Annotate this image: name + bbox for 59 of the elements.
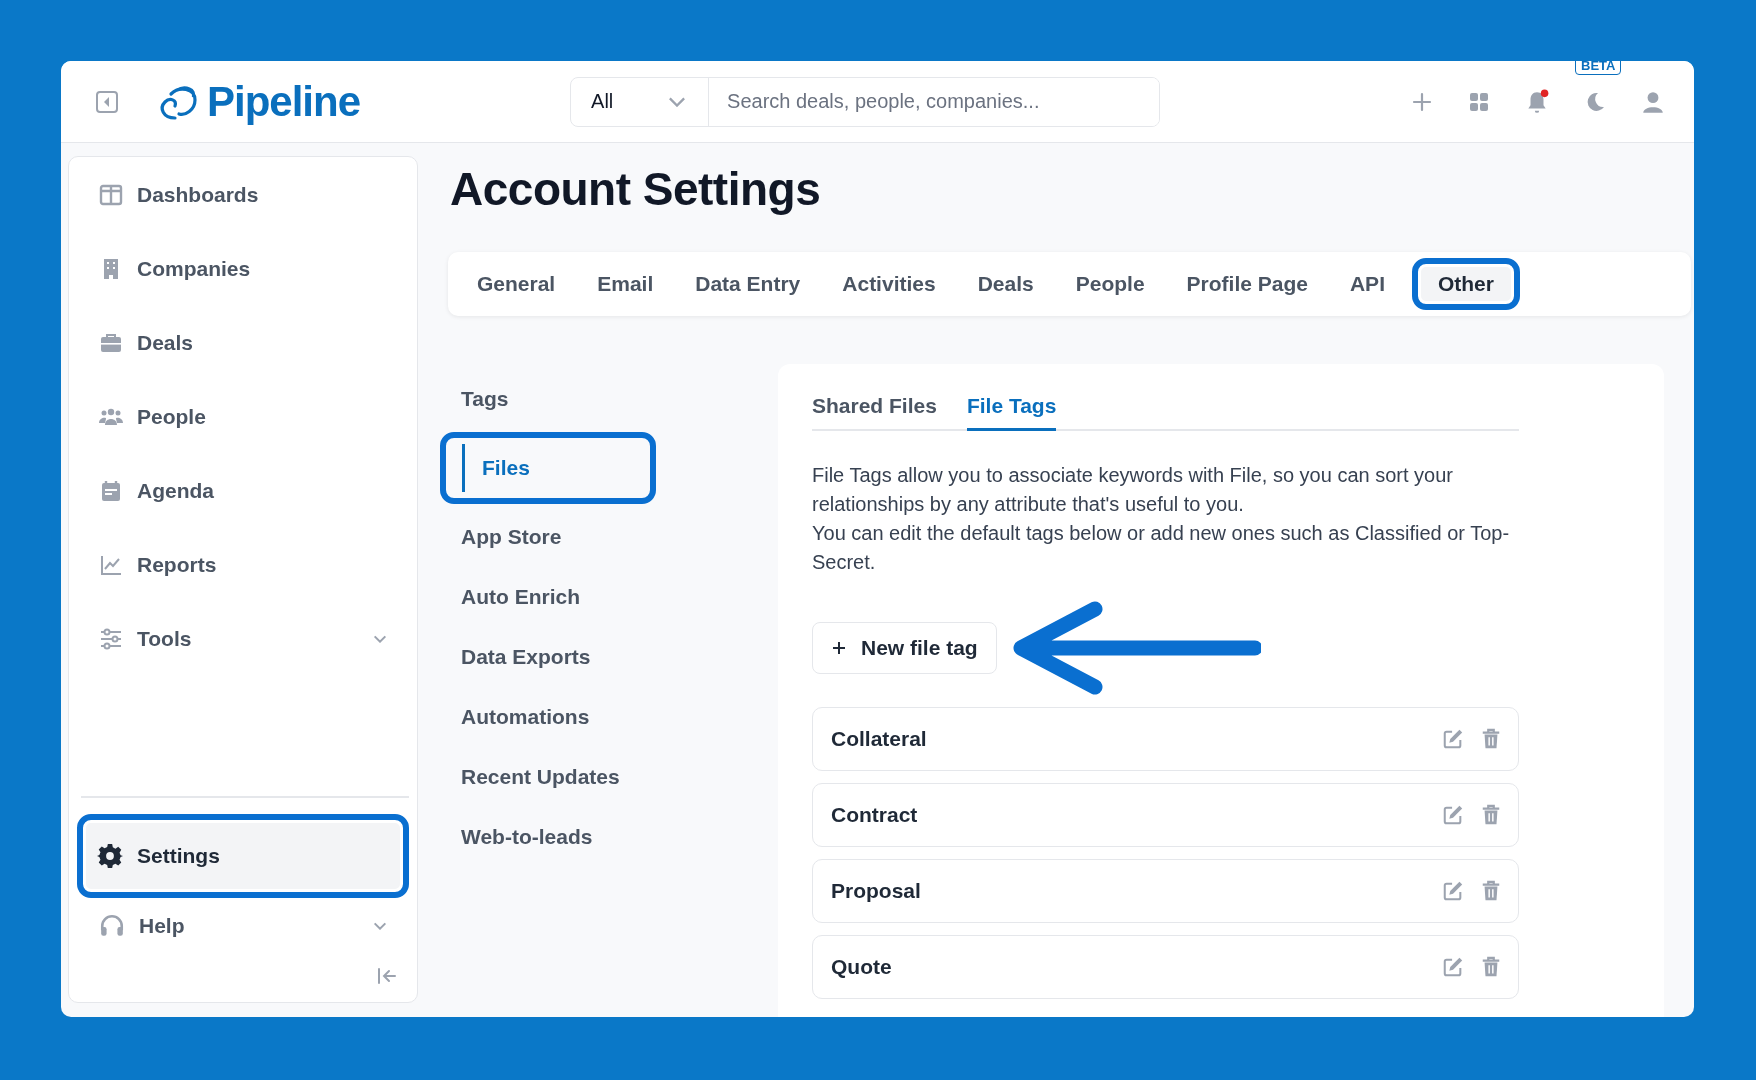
settings-subnav-item[interactable]: Tags — [440, 372, 646, 426]
settings-tab[interactable]: General — [462, 262, 571, 306]
settings-subnav-item[interactable]: App Store — [440, 510, 646, 564]
sidebar-item[interactable]: Agenda — [79, 463, 407, 519]
trash-icon[interactable] — [1480, 956, 1502, 978]
page-title: Account Settings — [450, 162, 822, 216]
settings-icon — [97, 843, 123, 869]
new-file-tag-button[interactable]: New file tag — [812, 622, 997, 674]
sidebar-toggle-icon[interactable] — [95, 89, 119, 114]
chart-icon — [99, 553, 123, 577]
tag-name: Contract — [831, 803, 919, 827]
sliders-icon — [99, 627, 123, 651]
tag-name: Quote — [831, 955, 893, 979]
dashboard-icon — [99, 183, 123, 207]
settings-subnav-item[interactable]: Web-to-leads — [440, 810, 646, 864]
edit-icon[interactable] — [1442, 880, 1464, 902]
trash-icon[interactable] — [1480, 804, 1502, 826]
sidebar-item[interactable]: Companies — [79, 241, 407, 297]
sidebar-item[interactable]: People — [79, 389, 407, 445]
settings-tab[interactable]: Activities — [827, 262, 951, 306]
tag-name: Proposal — [831, 879, 922, 903]
settings-subnav-item[interactable]: Auto Enrich — [440, 570, 646, 624]
description-text: File Tags allow you to associate keywords with File, so you can sort your relationships by any attribute that's useful to you. — [812, 463, 1455, 517]
sidebar-item[interactable]: Deals — [79, 315, 407, 371]
search-field[interactable]: All Search deals, people, companies... — [570, 76, 1161, 127]
chevron-down-icon — [668, 96, 687, 107]
settings-subnav-item[interactable]: Data Exports — [440, 630, 646, 684]
settings-tab[interactable]: Profile Page — [1171, 262, 1323, 306]
beta-badge: BETA — [1575, 61, 1622, 75]
trash-icon[interactable] — [1480, 728, 1502, 750]
briefcase-icon — [99, 331, 123, 355]
logo-wordmark: Pipeline — [207, 77, 361, 126]
sidebar-item[interactable]: Dashboards — [79, 167, 407, 223]
settings-tab[interactable]: Deals — [962, 262, 1049, 306]
sidebar-item[interactable]: Settings — [77, 814, 409, 898]
calendar-icon — [99, 479, 123, 503]
chevron-down-icon — [373, 635, 387, 643]
settings-subnav-item[interactable]: Recent Updates — [440, 750, 646, 804]
headset-icon — [99, 913, 125, 939]
edit-icon[interactable] — [1442, 804, 1464, 826]
trash-icon[interactable] — [1480, 880, 1502, 902]
description-text: You can edit the default tags below or add new ones such as Classified or Top-Secret. — [812, 521, 1511, 575]
sidebar-item[interactable]: Help — [79, 898, 407, 954]
sidebar-item[interactable]: Tools — [79, 611, 407, 667]
settings-tab[interactable]: Data Entry — [680, 262, 816, 306]
sidebar-item[interactable]: Reports — [79, 537, 407, 593]
panel-tab[interactable]: Shared Files — [812, 394, 937, 431]
settings-tab[interactable]: Other — [1411, 258, 1520, 310]
settings-subnav-item[interactable]: Files — [440, 432, 656, 504]
edit-icon[interactable] — [1442, 956, 1464, 978]
settings-subnav-item[interactable]: Automations — [440, 690, 646, 744]
settings-tab[interactable]: API — [1334, 262, 1400, 306]
panel-tab[interactable]: File Tags — [966, 394, 1057, 431]
settings-tab[interactable]: People — [1060, 262, 1160, 306]
plus-icon — [831, 640, 847, 656]
chevron-down-icon — [373, 922, 387, 930]
edit-icon[interactable] — [1442, 728, 1464, 750]
tag-name: Collateral — [831, 727, 928, 751]
settings-tab[interactable]: Email — [582, 262, 669, 306]
